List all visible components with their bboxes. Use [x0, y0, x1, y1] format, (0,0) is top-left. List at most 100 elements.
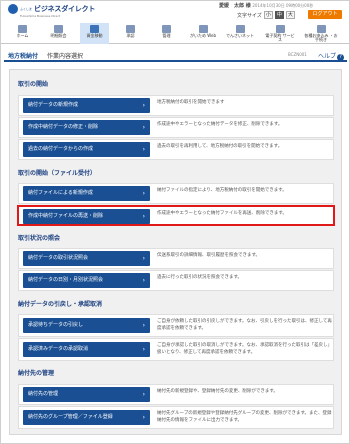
chevron-right-icon: › — [142, 213, 145, 220]
row-description: 作成途中やエラーとなった納付データを修正、削除できます。 — [157, 122, 283, 127]
chevron-right-icon: › — [142, 255, 145, 262]
bank-logo[interactable]: ふくしま ビジネスダイレクト Fukushima Business Direct — [8, 4, 96, 18]
button-label: 納付先のグループ管理／ファイル登録 — [28, 414, 113, 420]
nav-label: 明細照会 — [50, 33, 67, 38]
nav-application[interactable]: 各種お申込み ・お手続き — [304, 23, 338, 44]
button-label: 作成中納付ファイルの再送・削除 — [28, 213, 104, 219]
row-description: ご自身が承認した取引の取消しができます。なお、承認取消を行った取引は「差戻し」扱… — [157, 343, 333, 355]
new-from-file-button[interactable]: 納付ファイルによる新規作成 › — [23, 186, 150, 201]
forex-icon — [198, 25, 208, 33]
chevron-right-icon: › — [142, 146, 145, 153]
payee-group-management-button[interactable]: 納付先のグループ管理／ファイル登録 › — [23, 410, 150, 425]
nav-contract[interactable]: 電子契約 サービス — [265, 23, 295, 44]
logo-small-text: ふくしま — [20, 7, 33, 11]
nav-statement[interactable]: 明細照会 — [44, 23, 73, 44]
section-heading: 納付先の管理 — [18, 370, 55, 377]
button-label: 作成中納付データの修正・削除 — [28, 124, 99, 130]
nav-densai[interactable]: でんさいネット — [225, 23, 255, 44]
page-subtitle: 作業内容選択 — [47, 53, 84, 60]
nav-label: ホーム — [16, 33, 29, 38]
menu-row-highlighted: 作成中納付ファイルの再送・削除 › 作成途中やエラーとなった納付ファイルを再送、削… — [17, 205, 335, 226]
status-inquiry-button[interactable]: 納付データの取引状況照会 › — [23, 251, 150, 266]
payee-management-button[interactable]: 納付先の管理 › — [23, 387, 150, 402]
application-icon — [316, 25, 326, 33]
user-name: 愛媛 太郎 様 — [219, 3, 251, 9]
new-payment-data-button[interactable]: 納付データの新規作成 › — [23, 98, 150, 113]
menu-row: 承認待ちデータの引戻し › ご自身が依頼した取引の引戻しができます。なお、引戻しを… — [18, 314, 334, 337]
management-icon — [162, 25, 171, 33]
statement-icon — [54, 25, 63, 33]
nav-label: 承認 — [126, 33, 135, 38]
button-label: 納付先の管理 — [28, 391, 59, 397]
chevron-right-icon: › — [142, 346, 145, 353]
menu-row: 納付データの取引状況照会 › 伝送系取引の詳細情報、取引履歴を照会できます。 — [18, 248, 334, 269]
nav-label: 資金移動 — [86, 33, 103, 38]
section-heading: 納付データの引戻し・承認取消 — [18, 301, 103, 308]
button-label: 承認待ちデータの引戻し — [28, 322, 84, 328]
approval-icon — [126, 25, 135, 33]
edit-draft-data-button[interactable]: 作成中納付データの修正・削除 › — [23, 120, 150, 135]
last-login-time: 2014年10月30日 09時00分00秒 — [252, 3, 314, 8]
nav-forex[interactable]: がいため Web — [188, 23, 218, 44]
nav-label: 電子契約 サービス — [265, 33, 295, 43]
nav-label: 各種お申込み ・お手続き — [304, 33, 338, 43]
font-size-large-button[interactable]: 大 — [285, 11, 295, 19]
help-link[interactable]: ヘルプ? — [318, 51, 345, 61]
logo-subtitle: Fukushima Business Direct — [20, 14, 61, 18]
font-size-selector: 文字サイズ 小 中 大 — [237, 11, 295, 19]
font-size-label: 文字サイズ — [237, 12, 262, 19]
section-heading: 取引の開始（ファイル受付） — [18, 170, 97, 177]
nav-management[interactable]: 管理 — [152, 23, 181, 44]
resend-delete-file-button[interactable]: 作成中納付ファイルの再送・削除 › — [23, 209, 150, 224]
chevron-right-icon: › — [142, 322, 145, 329]
font-size-medium-button[interactable]: 中 — [274, 11, 284, 19]
row-description: ご自身が依頼した取引の引戻しができます。なお、引戻しを行った取引は、修正して再度… — [157, 319, 332, 331]
menu-row: 納付データの新規作成 › 地方税納付の取引を開始できます — [18, 95, 334, 116]
home-icon — [18, 25, 27, 33]
chevron-right-icon: › — [142, 277, 145, 284]
menu-row: 承認済みデータの承認取消 › ご自身が承認した取引の取消しができます。なお、承認取… — [18, 338, 334, 361]
chevron-right-icon: › — [142, 391, 145, 398]
cancel-approval-button[interactable]: 承認済みデータの承認取消 › — [23, 342, 150, 357]
logo-title: ビジネスダイレクト — [34, 5, 96, 13]
work-menu-panel: 取引の開始 納付データの新規作成 › 地方税納付の取引を開始できます 作成中納付デ… — [9, 69, 342, 435]
menu-row: 納付先のグループ管理／ファイル登録 › 納付先グループの新規登録や登録納付先グルー… — [18, 406, 334, 429]
daily-monthly-inquiry-button[interactable]: 納付データの日別・月別状況照会 › — [23, 273, 150, 288]
button-label: 承認済みデータの承認取消 — [28, 346, 89, 352]
button-label: 過去の納付データからの作成 — [28, 146, 94, 152]
top-header: ふくしま ビジネスダイレクト Fukushima Business Direct… — [1, 1, 349, 23]
row-description: 伝送系取引の詳細情報、取引履歴を照会できます。 — [157, 253, 261, 258]
font-size-small-button[interactable]: 小 — [263, 11, 273, 19]
withdraw-pending-button[interactable]: 承認待ちデータの引戻し › — [23, 318, 150, 333]
transfer-icon — [90, 25, 99, 33]
nav-transfer[interactable]: 資金移動 — [80, 23, 109, 44]
button-label: 納付ファイルによる新規作成 — [28, 190, 93, 196]
menu-row: 納付データの日別・月別状況照会 › 過去に行った取引の状況を照会できます。 — [18, 270, 334, 291]
logo-mark-icon — [8, 4, 18, 14]
chevron-right-icon: › — [142, 102, 145, 109]
page-title: 地方税納付 — [8, 53, 39, 60]
help-label: ヘルプ — [318, 53, 337, 60]
chevron-right-icon: › — [142, 414, 145, 421]
nav-approval[interactable]: 承認 — [116, 23, 145, 44]
nav-label: がいため Web — [190, 33, 216, 38]
densai-icon — [235, 25, 245, 33]
chevron-right-icon: › — [142, 190, 145, 197]
row-description: 過去の取引を再利用して、地方税納付の取引を開始できます。 — [157, 144, 283, 149]
logout-button[interactable]: ログアウト — [308, 10, 342, 19]
button-label: 納付データの取引状況照会 — [28, 255, 89, 261]
nav-label: でんさいネット — [226, 33, 254, 38]
row-description: 納付ファイルの指定により、地方税納付の取引を開始できます。 — [157, 188, 287, 193]
page-title-bar: 地方税納付 作業内容選択 BCZN001 ヘルプ? — [4, 48, 347, 62]
row-description: 作成途中やエラーとなった納付ファイルを再送、削除できます。 — [157, 211, 287, 216]
row-description: 納付先の新規登録や、登録納付先の変更、削除ができます。 — [157, 389, 278, 394]
section-heading: 取引の開始 — [18, 81, 49, 88]
help-icon: ? — [337, 54, 345, 61]
row-description: 地方税納付の取引を開始できます — [157, 100, 225, 105]
contract-icon — [275, 25, 285, 33]
global-nav: ホーム 明細照会 資金移動 承認 管理 がいため Web でんさいネット 電子契… — [1, 23, 349, 44]
row-description: 過去に行った取引の状況を照会できます。 — [157, 275, 243, 280]
nav-home[interactable]: ホーム — [8, 23, 37, 44]
create-from-past-button[interactable]: 過去の納付データからの作成 › — [23, 142, 150, 157]
menu-row: 過去の納付データからの作成 › 過去の取引を再利用して、地方税納付の取引を開始でき… — [18, 139, 334, 160]
